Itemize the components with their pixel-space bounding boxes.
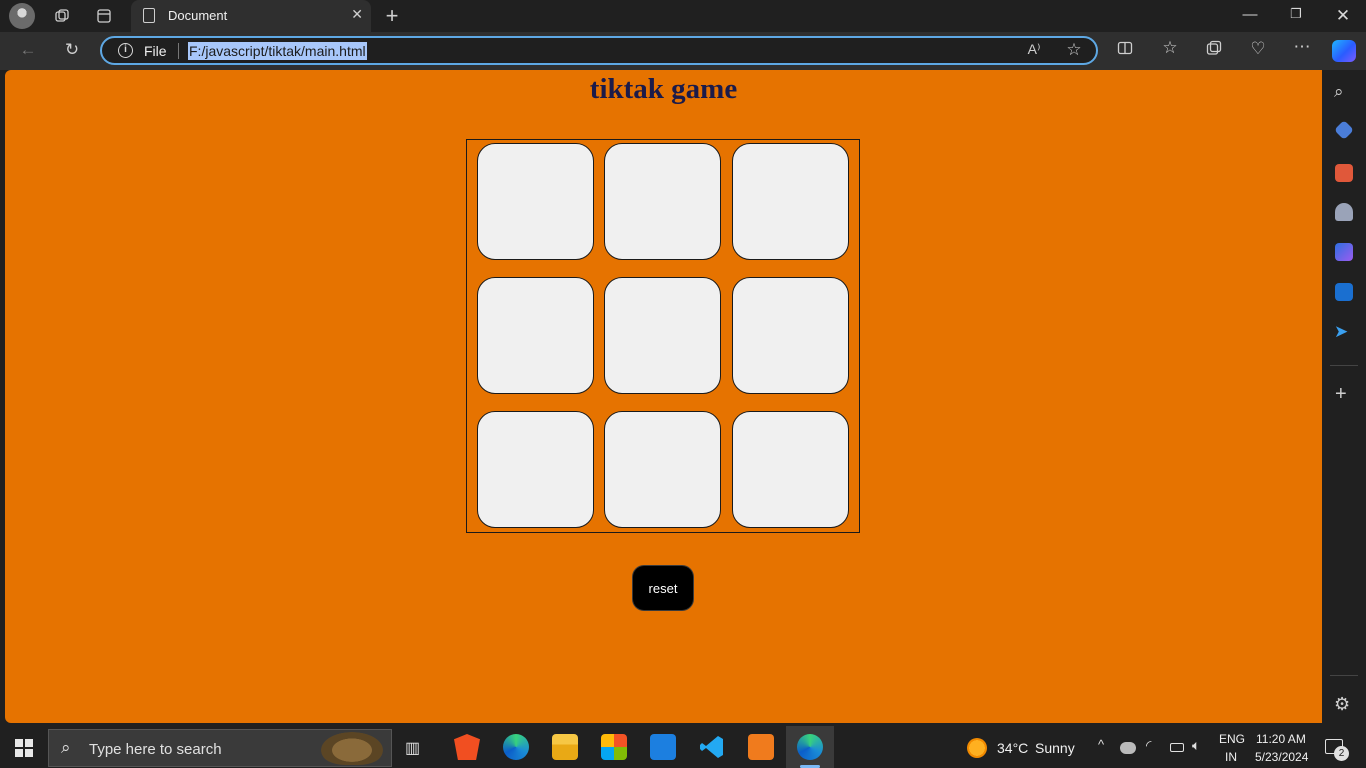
onedrive-icon[interactable] bbox=[1120, 742, 1136, 754]
search-icon: ⌕ bbox=[61, 738, 71, 757]
games-icon[interactable] bbox=[1335, 203, 1353, 221]
favorites-icon[interactable]: ☆ bbox=[1158, 38, 1182, 58]
browser-essentials-icon[interactable]: ♡ bbox=[1246, 39, 1270, 59]
more-options-icon[interactable]: ⋯ bbox=[1290, 37, 1314, 57]
chevron-up-icon[interactable]: ^ bbox=[1098, 737, 1104, 752]
board-cell[interactable] bbox=[477, 277, 594, 394]
volume-icon[interactable]: 🔈︎ bbox=[1192, 737, 1200, 754]
copilot-icon[interactable] bbox=[1332, 40, 1356, 62]
restore-icon[interactable]: ❐ bbox=[1286, 6, 1306, 22]
wifi-icon[interactable]: ◜ bbox=[1146, 737, 1151, 754]
split-screen-icon[interactable] bbox=[1113, 40, 1137, 61]
tab-title: Document bbox=[168, 8, 228, 23]
board-cell[interactable] bbox=[477, 143, 594, 260]
close-window-icon[interactable]: ✕ bbox=[1333, 6, 1353, 26]
weather-temperature[interactable]: 34°C bbox=[997, 740, 1028, 756]
notification-count-badge: 2 bbox=[1334, 746, 1349, 761]
browser-tab-bar: Document ✕ + — ❐ ✕ bbox=[0, 0, 1366, 32]
taskbar-search-box[interactable]: ⌕ Type here to search bbox=[48, 729, 392, 767]
close-tab-icon[interactable]: ✕ bbox=[351, 6, 363, 23]
settings-gear-icon[interactable]: ⚙ bbox=[1334, 694, 1350, 715]
board-cell[interactable] bbox=[732, 411, 849, 528]
clock-date[interactable]: 5/23/2024 bbox=[1255, 750, 1308, 764]
address-bar[interactable]: i File F:/javascript/tiktak/main.html A⁾… bbox=[100, 36, 1098, 65]
windows-taskbar: ⌕ Type here to search ▥ 34°C Sunny ^ ◜ 🔈… bbox=[0, 726, 1366, 768]
turtle-widget-icon bbox=[321, 732, 383, 765]
language-bottom[interactable]: IN bbox=[1225, 750, 1237, 764]
windows-start-icon[interactable] bbox=[15, 739, 33, 762]
board-cell[interactable] bbox=[604, 411, 721, 528]
send-icon[interactable]: ➤ bbox=[1334, 322, 1348, 342]
microsoft-store-icon[interactable] bbox=[601, 734, 627, 760]
workspaces-icon[interactable] bbox=[50, 4, 74, 28]
tab-document[interactable]: Document ✕ bbox=[131, 0, 371, 32]
vscode-icon[interactable] bbox=[699, 734, 725, 760]
address-divider bbox=[178, 43, 179, 59]
reset-button[interactable]: reset bbox=[633, 566, 693, 610]
address-url[interactable]: F:/javascript/tiktak/main.html bbox=[188, 42, 367, 60]
board-cell[interactable] bbox=[604, 143, 721, 260]
page-icon bbox=[143, 8, 155, 23]
sidebar-divider bbox=[1330, 365, 1358, 366]
info-icon[interactable]: i bbox=[118, 43, 133, 58]
clock-time[interactable]: 11:20 AM bbox=[1256, 732, 1306, 746]
browser-toolbar: ← ↻ i File F:/javascript/tiktak/main.htm… bbox=[0, 32, 1366, 70]
game-board bbox=[466, 139, 860, 533]
minimize-icon[interactable]: — bbox=[1240, 6, 1260, 23]
file-explorer-icon[interactable] bbox=[552, 734, 578, 760]
weather-description[interactable]: Sunny bbox=[1035, 740, 1075, 756]
xampp-icon[interactable] bbox=[748, 734, 774, 760]
add-icon[interactable]: + bbox=[1335, 383, 1347, 406]
board-cell[interactable] bbox=[604, 277, 721, 394]
sun-weather-icon bbox=[967, 738, 987, 758]
back-icon[interactable]: ← bbox=[16, 40, 40, 60]
tools-icon[interactable] bbox=[1335, 164, 1353, 182]
edge-browser-icon[interactable] bbox=[503, 734, 529, 760]
profile-avatar[interactable] bbox=[9, 3, 35, 29]
refresh-icon[interactable]: ↻ bbox=[60, 40, 84, 60]
task-view-icon[interactable]: ▥ bbox=[405, 738, 420, 758]
page-title: tiktak game bbox=[589, 73, 738, 105]
microsoft365-icon[interactable] bbox=[1335, 243, 1353, 261]
tab-actions-icon[interactable] bbox=[92, 4, 116, 28]
board-cell[interactable] bbox=[477, 411, 594, 528]
shopping-tag-icon[interactable] bbox=[1334, 120, 1354, 140]
address-scheme: File bbox=[144, 43, 167, 59]
search-placeholder: Type here to search bbox=[89, 741, 222, 758]
language-top[interactable]: ENG bbox=[1219, 732, 1245, 746]
board-cell[interactable] bbox=[732, 143, 849, 260]
collections-icon[interactable] bbox=[1202, 40, 1226, 61]
battery-icon[interactable] bbox=[1170, 743, 1184, 752]
favorite-star-icon[interactable]: ☆ bbox=[1062, 40, 1086, 60]
sidebar-divider bbox=[1330, 675, 1358, 676]
brave-browser-icon[interactable] bbox=[454, 734, 480, 760]
outlook-icon[interactable] bbox=[1335, 283, 1353, 301]
edge-browser-active-icon[interactable] bbox=[797, 734, 823, 760]
board-cell[interactable] bbox=[732, 277, 849, 394]
page-content: tiktak game reset bbox=[5, 70, 1322, 723]
read-aloud-icon[interactable]: A⁾ bbox=[1022, 41, 1046, 58]
edge-sidebar: ⌕ ➤ + ⚙ bbox=[1322, 70, 1366, 726]
search-icon[interactable]: ⌕ bbox=[1334, 82, 1344, 102]
new-tab-icon[interactable]: + bbox=[380, 3, 404, 28]
mail-icon[interactable] bbox=[650, 734, 676, 760]
